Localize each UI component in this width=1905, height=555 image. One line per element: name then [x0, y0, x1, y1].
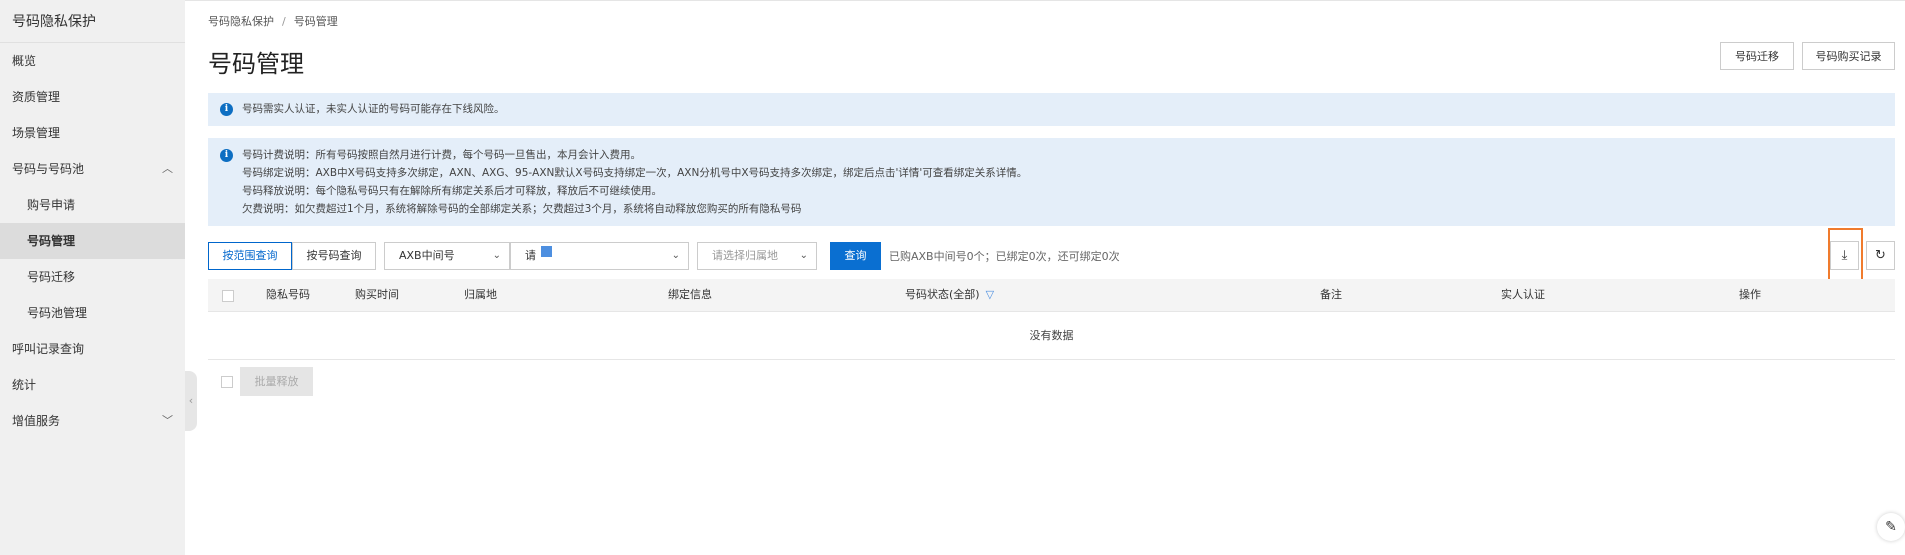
- column-header: 购买时间: [355, 288, 399, 301]
- chevron-down-icon: ⌄: [671, 250, 680, 261]
- select-all-checkbox[interactable]: [222, 290, 234, 302]
- info-icon: i: [220, 149, 233, 162]
- sidebar-item-qualification[interactable]: 资质管理: [0, 79, 185, 115]
- sidebar-item-label: 号码池管理: [27, 306, 88, 320]
- sidebar-item-label: 号码迁移: [27, 270, 76, 284]
- sidebar-collapse-handle[interactable]: ‹: [185, 371, 197, 431]
- input-cursor-marker: [541, 246, 552, 257]
- info-icon: i: [220, 103, 233, 116]
- filter-icon[interactable]: ▽: [986, 288, 994, 301]
- sidebar-item-number-pool-group[interactable]: 号码与号码池 ︿: [0, 151, 185, 187]
- column-header: 归属地: [464, 288, 497, 301]
- column-header: 操作: [1739, 288, 1761, 301]
- breadcrumb: 号码隐私保护 / 号码管理: [208, 13, 338, 29]
- refresh-button[interactable]: ↻: [1866, 241, 1895, 270]
- sidebar-item-number-migration[interactable]: 号码迁移: [0, 259, 185, 295]
- edit-icon[interactable]: ✎: [1877, 513, 1905, 541]
- billing-info-notice: i 号码计费说明：所有号码按照自然月进行计费，每个号码一旦售出，本月会计入费用。…: [208, 138, 1895, 226]
- purchase-records-button[interactable]: 号码购买记录: [1802, 42, 1895, 70]
- column-header-label: 号码状态(全部): [905, 288, 980, 301]
- sidebar-title: 号码隐私保护: [0, 0, 185, 43]
- breadcrumb-root[interactable]: 号码隐私保护: [208, 15, 274, 28]
- chevron-down-icon: ⌄: [492, 250, 501, 261]
- sidebar-item-label: 概览: [12, 54, 37, 68]
- page-title: 号码管理: [208, 50, 304, 78]
- chevron-up-icon: ︿: [162, 162, 173, 175]
- tab-number-query[interactable]: 按号码查询: [292, 242, 376, 270]
- footer-select-all-checkbox[interactable]: [221, 376, 233, 388]
- auth-warning-notice: i 号码需实人认证，未实人认证的号码可能存在下线风险。: [208, 93, 1895, 126]
- table-header: 隐私号码 购买时间 归属地 绑定信息 号码状态(全部) ▽ 备注 实人认证 操作: [208, 279, 1895, 312]
- number-pool-select[interactable]: 请 ⌄: [510, 242, 689, 270]
- empty-state: 没有数据: [208, 312, 1895, 360]
- sidebar-item-purchase-apply[interactable]: 购号申请: [0, 187, 185, 223]
- highlight-box: [1828, 228, 1863, 283]
- chevron-down-icon: ﹀: [162, 414, 173, 427]
- sidebar-item-statistics[interactable]: 统计: [0, 367, 185, 403]
- breadcrumb-separator: /: [282, 15, 286, 28]
- sidebar-item-label: 增值服务: [12, 414, 61, 428]
- sidebar-item-number-management[interactable]: 号码管理: [0, 223, 185, 259]
- notice-line: 号码释放说明：每个隐私号码只有在解除所有绑定关系后才可释放，释放后不可继续使用。: [242, 185, 662, 197]
- column-header: 绑定信息: [668, 288, 712, 301]
- column-header: 实人认证: [1501, 288, 1545, 301]
- region-select[interactable]: 请选择归属地 ⌄: [697, 242, 817, 270]
- sidebar-item-label: 统计: [12, 378, 37, 392]
- notice-line: 欠费说明：如欠费超过1个月，系统将解除号码的全部绑定关系；欠费超过3个月，系统将…: [242, 203, 802, 215]
- sidebar-item-label: 资质管理: [12, 90, 61, 104]
- sidebar: 号码隐私保护 概览 资质管理 场景管理 号码与号码池 ︿ 购号申请 号码管理 号码…: [0, 0, 185, 555]
- chevron-down-icon: ⌄: [799, 250, 808, 261]
- column-header-status[interactable]: 号码状态(全部) ▽: [905, 279, 994, 311]
- region-placeholder: 请选择归属地: [712, 249, 778, 262]
- sidebar-item-pool-management[interactable]: 号码池管理: [0, 295, 185, 331]
- sidebar-item-label: 号码管理: [27, 234, 76, 248]
- column-header: 备注: [1320, 288, 1342, 301]
- sidebar-item-call-records[interactable]: 呼叫记录查询: [0, 331, 185, 367]
- sidebar-item-label: 号码与号码池: [12, 162, 85, 176]
- sidebar-item-label: 场景管理: [12, 126, 61, 140]
- number-migration-button[interactable]: 号码迁移: [1720, 42, 1794, 70]
- sidebar-item-scenario[interactable]: 场景管理: [0, 115, 185, 151]
- sidebar-item-label: 购号申请: [27, 198, 76, 212]
- number-pool-value: 请: [525, 249, 536, 262]
- column-header: 隐私号码: [266, 288, 310, 301]
- sidebar-item-label: 呼叫记录查询: [12, 342, 85, 356]
- query-button[interactable]: 查询: [830, 242, 881, 270]
- breadcrumb-current: 号码管理: [293, 15, 338, 28]
- refresh-icon: ↻: [1875, 248, 1886, 263]
- notice-text: 号码需实人认证，未实人认证的号码可能存在下线风险。: [242, 103, 505, 115]
- sidebar-item-overview[interactable]: 概览: [0, 43, 185, 79]
- notice-line: 号码计费说明：所有号码按照自然月进行计费，每个号码一旦售出，本月会计入费用。: [242, 149, 641, 161]
- tab-range-query[interactable]: 按范围查询: [208, 242, 292, 270]
- binding-summary: 已购AXB中间号0个；已绑定0次，还可绑定0次: [889, 250, 1120, 263]
- batch-release-button[interactable]: 批量释放: [240, 367, 313, 396]
- number-type-value: AXB中间号: [399, 249, 455, 262]
- top-divider: [185, 0, 1905, 1]
- sidebar-item-value-added[interactable]: 增值服务 ﹀: [0, 403, 185, 439]
- notice-line: 号码绑定说明：AXB中X号码支持多次绑定，AXN、AXG、95-AXN默认X号码…: [242, 167, 1028, 179]
- number-type-select[interactable]: AXB中间号 ⌄: [384, 242, 510, 270]
